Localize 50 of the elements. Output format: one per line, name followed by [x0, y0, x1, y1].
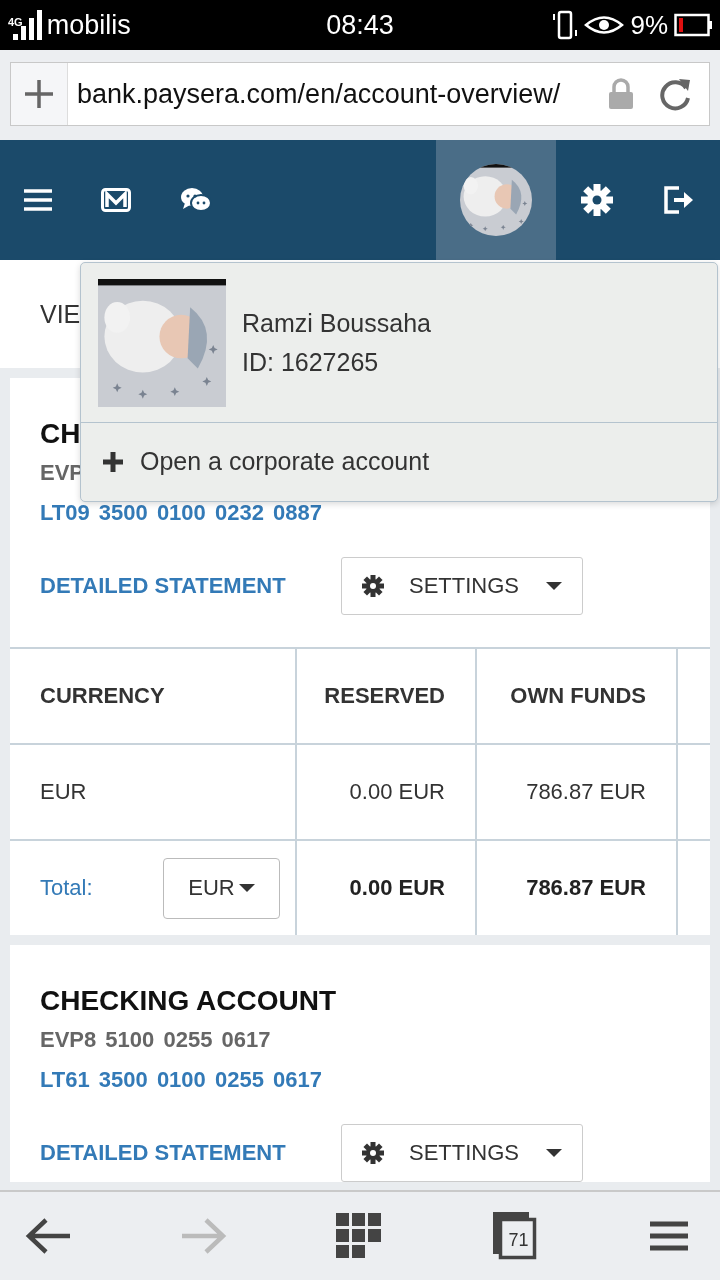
mail-icon[interactable]: [101, 188, 131, 212]
statement-link[interactable]: DETAILED STATEMENT: [40, 573, 341, 599]
currency-select[interactable]: EUR: [163, 857, 280, 919]
reload-icon[interactable]: [657, 76, 693, 112]
url-text: bank.paysera.com/en/account-overview/: [76, 78, 562, 110]
lock-icon: [607, 78, 635, 110]
table-cell: EUR: [10, 743, 297, 839]
signal-icon: [10, 8, 45, 42]
user-name: Ramzi Boussaha: [242, 308, 431, 338]
table-cell: 786.87 EUR: [477, 839, 678, 935]
caret-icon: [546, 1148, 562, 1158]
new-tab-icon[interactable]: [23, 78, 55, 110]
address-field[interactable]: bank.paysera.com/en/account-overview/: [10, 62, 710, 126]
gear-icon: [362, 1142, 384, 1164]
table-cell: 0.00 EUR: [297, 743, 477, 839]
back-icon[interactable]: [24, 1216, 72, 1256]
table-cell: 786.87 EUR: [477, 743, 678, 839]
account-title: CH: [40, 418, 81, 450]
menu-icon[interactable]: [650, 1221, 690, 1251]
account-number: EVP8 5100 0255 0617: [40, 1026, 271, 1054]
corporate-account-item[interactable]: Open a corporate account: [81, 423, 436, 500]
plus-icon: [103, 451, 123, 472]
account-title: CHECKING ACCOUNT: [40, 985, 337, 1017]
iban-link[interactable]: LT61 3500 0100 0255 0617: [40, 1063, 322, 1097]
tab-count: 71: [507, 1228, 530, 1252]
settings-button[interactable]: SETTINGS: [341, 1124, 583, 1182]
battery-level: 9%: [630, 9, 668, 41]
clock: 08:43: [325, 9, 395, 41]
caret-icon: [546, 581, 562, 591]
profile-button[interactable]: [436, 140, 556, 260]
table-cell: 0.00 EUR: [297, 839, 477, 935]
logout-icon[interactable]: [663, 184, 695, 216]
caret-icon: [238, 883, 255, 893]
view-label: VIE: [40, 299, 81, 329]
settings-icon[interactable]: [581, 184, 613, 216]
settings-button[interactable]: SETTINGS: [341, 557, 583, 615]
statement-link[interactable]: DETAILED STATEMENT: [40, 1140, 341, 1166]
carrier-name: mobilis: [46, 9, 131, 41]
gear-icon: [362, 575, 384, 597]
battery-icon: [674, 13, 712, 37]
vibrate-icon: [552, 10, 579, 40]
user-id: ID: 1627265: [242, 347, 380, 377]
network-type: 4G: [8, 16, 23, 28]
eye-icon: [584, 14, 625, 36]
total-label: Total:: [40, 875, 93, 901]
column-header: RESERVED: [297, 647, 477, 743]
chat-icon[interactable]: [180, 187, 212, 213]
grid-icon[interactable]: [336, 1213, 382, 1259]
column-header: CURRENCY: [10, 647, 297, 743]
column-header: OWN FUNDS: [477, 647, 678, 743]
